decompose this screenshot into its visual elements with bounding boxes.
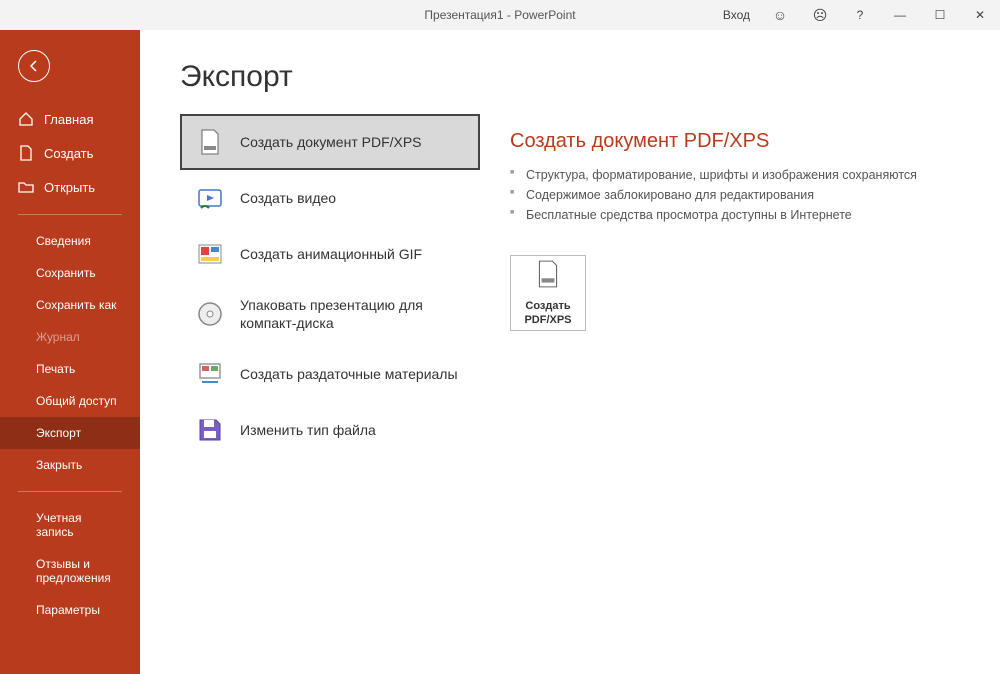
arrow-left-icon bbox=[27, 59, 41, 73]
export-option-filetype[interactable]: Изменить тип файла bbox=[180, 402, 480, 458]
video-icon bbox=[196, 184, 224, 212]
nav-history: Журнал bbox=[0, 321, 140, 353]
login-link[interactable]: Вход bbox=[713, 8, 760, 22]
export-option-gif[interactable]: Создать анимационный GIF bbox=[180, 226, 480, 282]
detail-title: Создать документ PDF/XPS bbox=[510, 130, 960, 153]
detail-bullets: Структура, форматирование, шрифты и изоб… bbox=[510, 165, 960, 225]
minimize-button[interactable]: — bbox=[880, 0, 920, 30]
handouts-icon bbox=[196, 360, 224, 388]
sad-face-icon[interactable]: ☹ bbox=[800, 0, 840, 30]
maximize-button[interactable]: ☐ bbox=[920, 0, 960, 30]
nav-saveas[interactable]: Сохранить как bbox=[0, 289, 140, 321]
export-cd-label: Упаковать презентацию для компакт-диска bbox=[240, 296, 464, 332]
home-icon bbox=[18, 111, 34, 127]
detail-bullet: Содержимое заблокировано для редактирова… bbox=[510, 185, 960, 205]
export-video-label: Создать видео bbox=[240, 189, 336, 207]
export-handouts-label: Создать раздаточные материалы bbox=[240, 365, 458, 383]
save-as-icon bbox=[196, 416, 224, 444]
folder-open-icon bbox=[18, 179, 34, 195]
nav-home[interactable]: Главная bbox=[0, 102, 140, 136]
nav-feedback[interactable]: Отзывы и предложения bbox=[0, 548, 140, 594]
export-options-list: Создать документ PDF/XPS Создать видео С… bbox=[180, 114, 480, 458]
new-file-icon bbox=[18, 145, 34, 161]
detail-bullet: Бесплатные средства просмотра доступны в… bbox=[510, 205, 960, 225]
page-title: Экспорт bbox=[180, 60, 480, 94]
nav-account[interactable]: Учетная запись bbox=[0, 502, 140, 548]
export-option-handouts[interactable]: Создать раздаточные материалы bbox=[180, 346, 480, 402]
nav-share[interactable]: Общий доступ bbox=[0, 385, 140, 417]
gif-icon bbox=[196, 240, 224, 268]
nav-home-label: Главная bbox=[44, 112, 93, 127]
export-option-cd[interactable]: Упаковать презентацию для компакт-диска bbox=[180, 282, 480, 346]
close-window-button[interactable]: ✕ bbox=[960, 0, 1000, 30]
pdf-file-icon bbox=[196, 128, 224, 156]
nav-save[interactable]: Сохранить bbox=[0, 257, 140, 289]
create-pdf-button[interactable]: Создать PDF/XPS bbox=[510, 255, 586, 331]
export-detail-pane: Создать документ PDF/XPS Структура, форм… bbox=[480, 60, 960, 674]
titlebar: Презентация1 - PowerPoint Вход ☺ ☹ ? — ☐… bbox=[0, 0, 1000, 30]
export-option-pdf[interactable]: Создать документ PDF/XPS bbox=[180, 114, 480, 170]
back-button[interactable] bbox=[18, 50, 50, 82]
nav-separator bbox=[18, 491, 122, 492]
window-title: Презентация1 - PowerPoint bbox=[424, 8, 575, 22]
nav-close[interactable]: Закрыть bbox=[0, 449, 140, 481]
create-pdf-label: Создать PDF/XPS bbox=[511, 300, 585, 326]
main-area: Главная Создать Открыть Сведения Сохрани… bbox=[0, 30, 1000, 674]
nav-export[interactable]: Экспорт bbox=[0, 417, 140, 449]
nav-options[interactable]: Параметры bbox=[0, 594, 140, 626]
happy-face-icon[interactable]: ☺ bbox=[760, 0, 800, 30]
nav-print[interactable]: Печать bbox=[0, 353, 140, 385]
detail-bullet: Структура, форматирование, шрифты и изоб… bbox=[510, 165, 960, 185]
nav-open-label: Открыть bbox=[44, 180, 95, 195]
help-button[interactable]: ? bbox=[840, 0, 880, 30]
nav-separator bbox=[18, 214, 122, 215]
nav-create-label: Создать bbox=[44, 146, 93, 161]
nav-open[interactable]: Открыть bbox=[0, 170, 140, 204]
titlebar-controls: Вход ☺ ☹ ? — ☐ ✕ bbox=[713, 0, 1000, 30]
content-area: Экспорт Создать документ PDF/XPS Создать… bbox=[140, 30, 1000, 674]
export-filetype-label: Изменить тип файла bbox=[240, 421, 376, 439]
nav-create[interactable]: Создать bbox=[0, 136, 140, 170]
export-pdf-label: Создать документ PDF/XPS bbox=[240, 133, 422, 151]
nav-info[interactable]: Сведения bbox=[0, 225, 140, 257]
export-gif-label: Создать анимационный GIF bbox=[240, 245, 422, 263]
export-left-column: Экспорт Создать документ PDF/XPS Создать… bbox=[180, 60, 480, 674]
cd-icon bbox=[196, 300, 224, 328]
pdf-file-icon bbox=[533, 259, 563, 294]
backstage-sidebar: Главная Создать Открыть Сведения Сохрани… bbox=[0, 30, 140, 674]
export-option-video[interactable]: Создать видео bbox=[180, 170, 480, 226]
